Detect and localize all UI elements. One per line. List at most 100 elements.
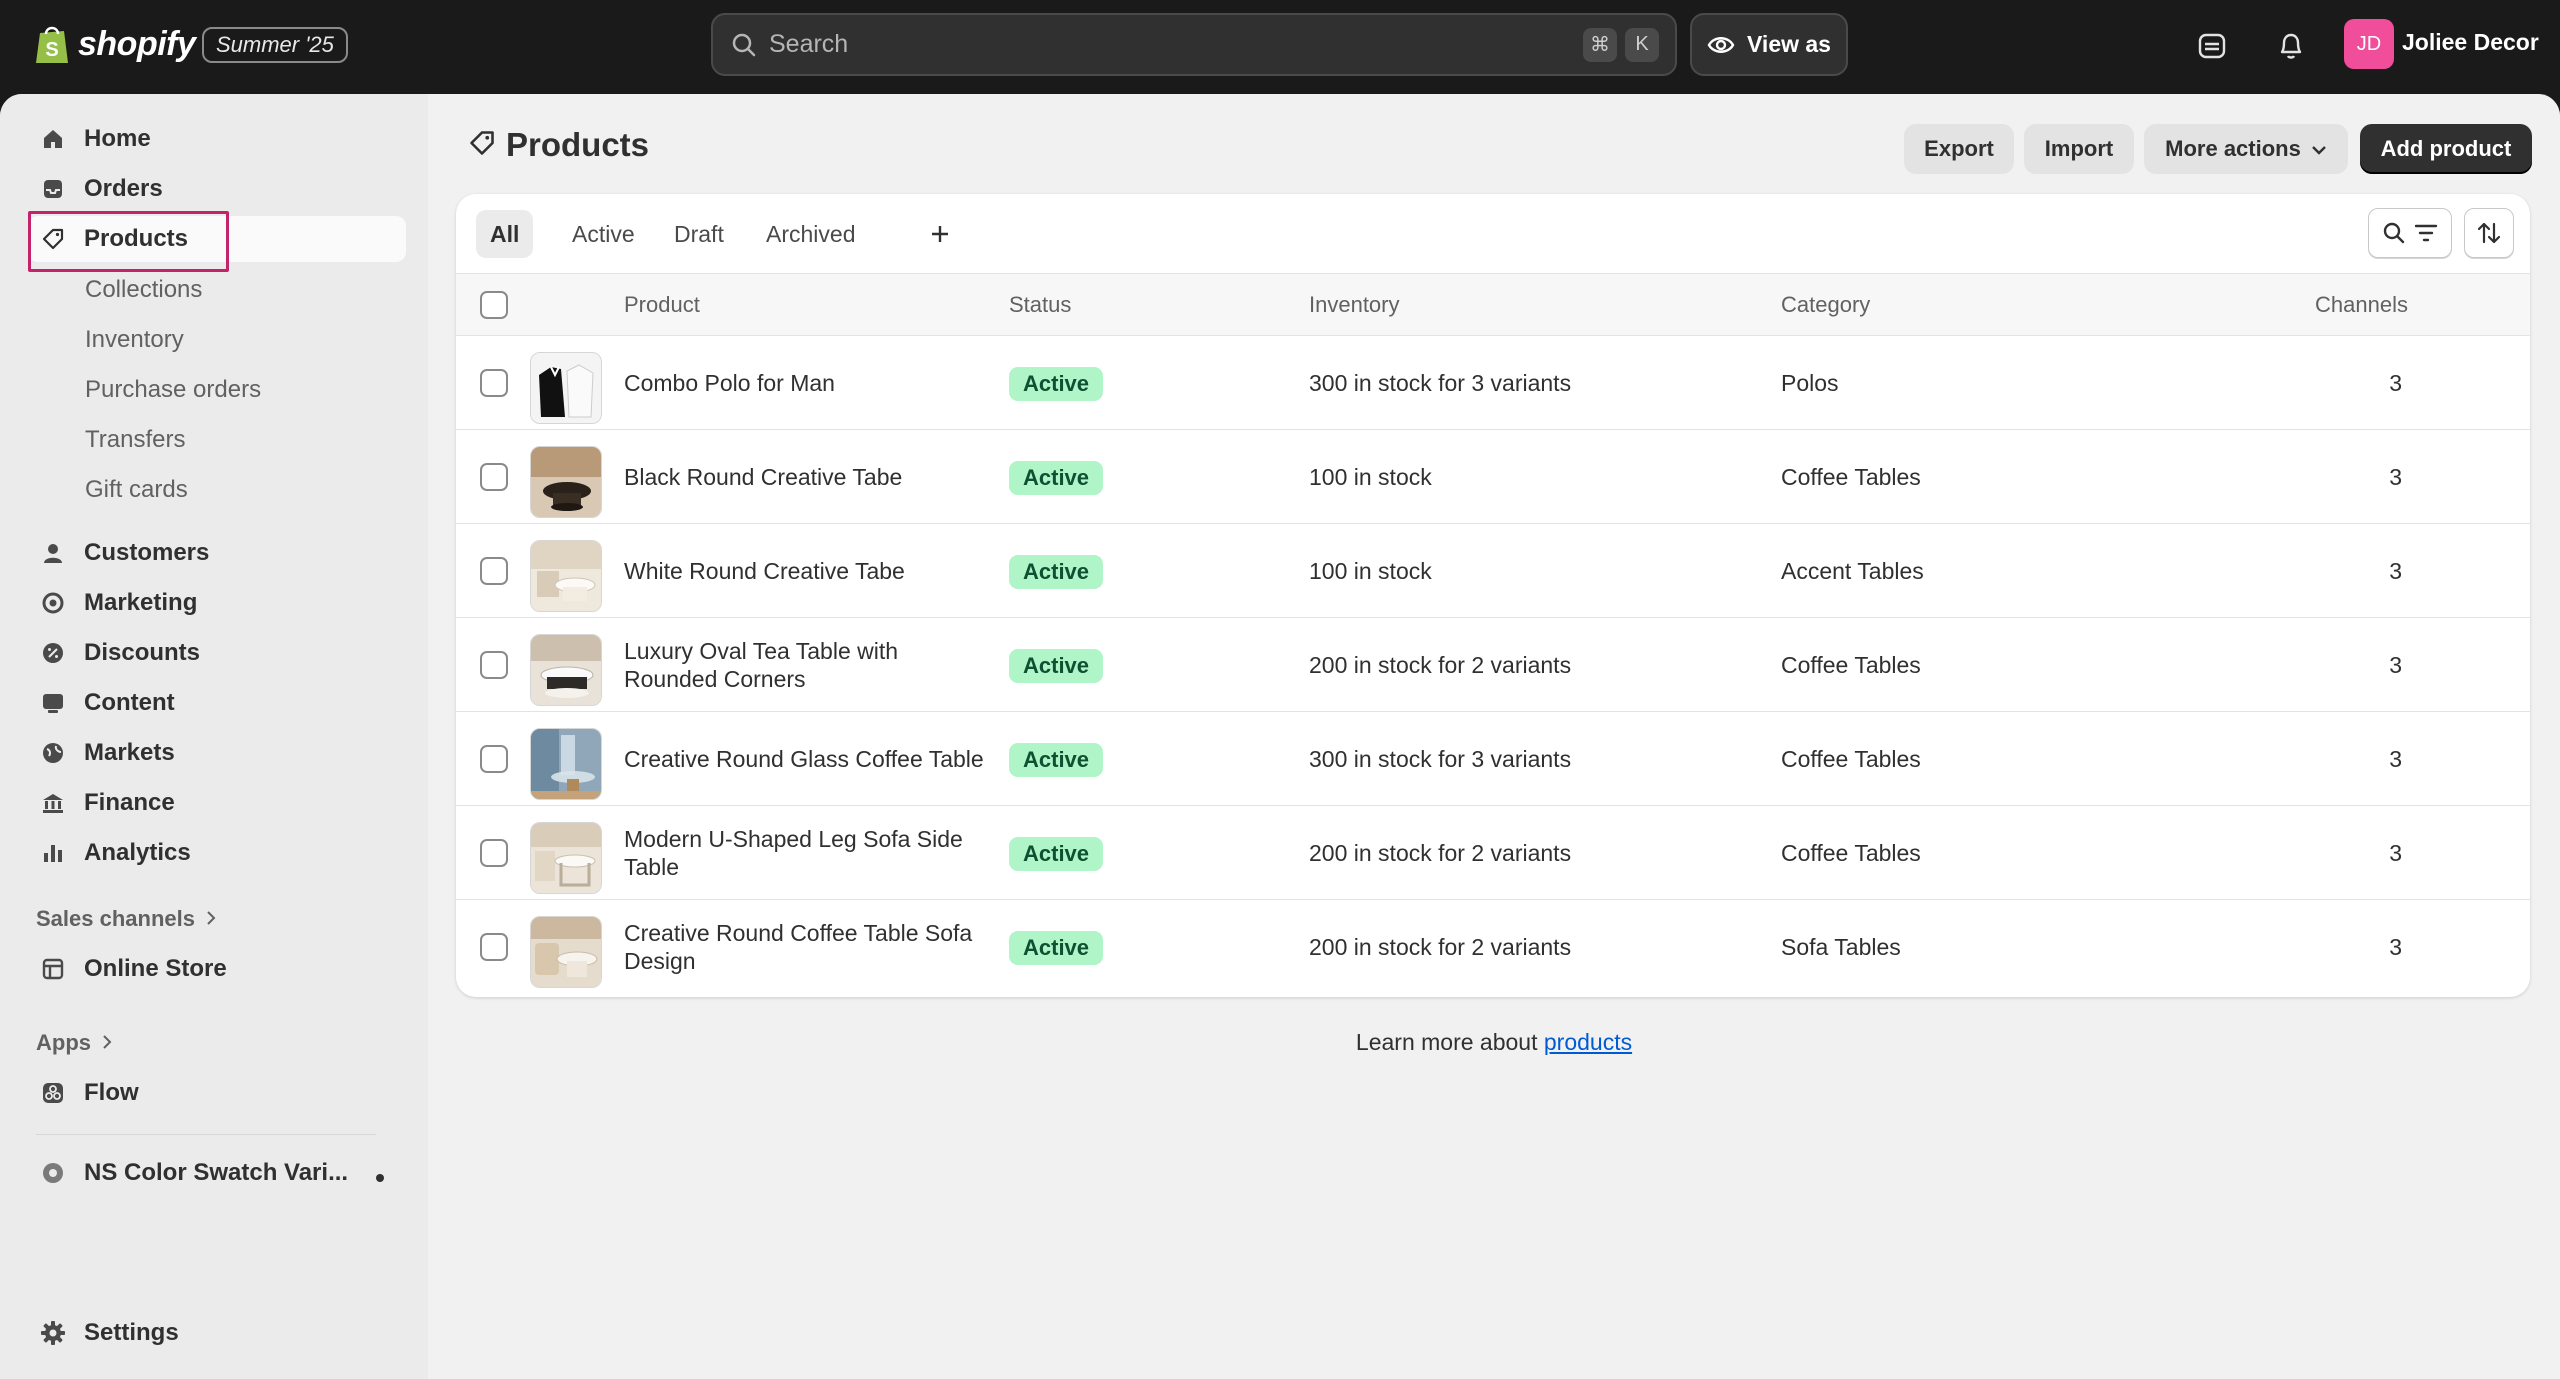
products-card: All Active Draft Archived Product Status… xyxy=(456,194,2530,997)
sales-channels-heading[interactable]: Sales channels xyxy=(36,906,217,932)
view-as-button[interactable]: View as xyxy=(1690,13,1848,76)
column-header-channels[interactable]: Channels xyxy=(2315,292,2408,318)
sales-channels-label: Sales channels xyxy=(36,906,195,931)
column-header-inventory[interactable]: Inventory xyxy=(1309,292,1400,318)
products-help-link[interactable]: products xyxy=(1544,1029,1632,1055)
sidebar-item-ns-color-swatch[interactable]: NS Color Swatch Vari... xyxy=(28,1150,406,1196)
sidebar-item-home[interactable]: Home xyxy=(28,116,406,162)
product-name[interactable]: Luxury Oval Tea Table with Rounded Corne… xyxy=(624,637,984,693)
status-badge: Active xyxy=(1009,743,1104,777)
sidebar-subitem-transfers[interactable]: Transfers xyxy=(85,426,185,454)
export-button[interactable]: Export xyxy=(1904,124,2014,174)
sort-button[interactable] xyxy=(2464,208,2514,258)
row-checkbox[interactable] xyxy=(480,651,508,679)
row-checkbox[interactable] xyxy=(480,839,508,867)
sidebar-item-finance[interactable]: Finance xyxy=(28,780,406,826)
column-header-category[interactable]: Category xyxy=(1781,292,1870,318)
sidebar-item-discounts[interactable]: Discounts xyxy=(28,630,406,676)
top-bar: S shopify Summer '25 Search ⌘ K View as … xyxy=(0,0,2560,94)
edition-badge[interactable]: Summer '25 xyxy=(202,27,348,63)
sidebar-item-markets[interactable]: Markets xyxy=(28,730,406,776)
sidebar-subitem-gift-cards[interactable]: Gift cards xyxy=(85,476,188,504)
page-title: Products xyxy=(506,126,650,163)
store-sync-icon[interactable] xyxy=(2192,26,2232,66)
tab-archived[interactable]: Archived xyxy=(752,210,869,258)
product-thumbnail xyxy=(530,446,602,518)
apps-heading[interactable]: Apps xyxy=(36,1030,113,1056)
bank-icon xyxy=(38,788,68,818)
filter-icon xyxy=(2414,224,2438,242)
row-checkbox[interactable] xyxy=(480,463,508,491)
channels-cell: 3 xyxy=(2389,652,2402,678)
add-product-button[interactable]: Add product xyxy=(2360,124,2532,174)
status-badge: Active xyxy=(1009,931,1104,965)
table-row[interactable]: Creative Round Glass Coffee Table Active… xyxy=(456,712,2530,806)
bell-icon[interactable] xyxy=(2271,26,2311,66)
store-name[interactable]: Joliee Decor xyxy=(2402,29,2539,56)
avatar[interactable]: JD xyxy=(2344,19,2394,69)
learn-more-text: Learn more about xyxy=(1355,1029,1538,1055)
sidebar-item-label: Finance xyxy=(84,789,175,816)
sidebar-subitem-purchase-orders[interactable]: Purchase orders xyxy=(85,376,261,404)
sidebar-item-analytics[interactable]: Analytics xyxy=(28,830,406,876)
sidebar-item-label: Marketing xyxy=(84,589,198,616)
tab-all[interactable]: All xyxy=(476,210,534,258)
shopify-logo[interactable]: S shopify xyxy=(34,22,196,66)
table-row[interactable]: Combo Polo for Man Active 300 in stock f… xyxy=(456,336,2530,430)
sidebar-item-marketing[interactable]: Marketing xyxy=(28,580,406,626)
product-name[interactable]: White Round Creative Tabe xyxy=(624,557,984,585)
table-row[interactable]: Black Round Creative Tabe Active 100 in … xyxy=(456,430,2530,524)
table-row[interactable]: Luxury Oval Tea Table with Rounded Corne… xyxy=(456,618,2530,712)
product-name[interactable]: Combo Polo for Man xyxy=(624,369,984,397)
search-filter-button[interactable] xyxy=(2368,208,2452,258)
product-name[interactable]: Black Round Creative Tabe xyxy=(624,463,984,491)
eye-icon xyxy=(1707,36,1735,53)
column-header-product[interactable]: Product xyxy=(624,292,700,318)
sidebar-item-label: Discounts xyxy=(84,639,201,666)
sidebar-item-label: Settings xyxy=(84,1319,179,1346)
tab-active[interactable]: Active xyxy=(558,210,649,258)
channels-cell: 3 xyxy=(2389,370,2402,396)
svg-text:S: S xyxy=(45,39,58,61)
table-row[interactable]: Modern U-Shaped Leg Sofa Side Table Acti… xyxy=(456,806,2530,900)
sidebar-item-label: Flow xyxy=(84,1079,139,1106)
table-row[interactable]: Creative Round Coffee Table Sofa Design … xyxy=(456,900,2530,994)
shopify-bag-icon: S xyxy=(36,26,68,63)
product-name[interactable]: Modern U-Shaped Leg Sofa Side Table xyxy=(624,825,984,881)
unread-dot xyxy=(376,1174,384,1182)
inbox-icon xyxy=(38,174,68,204)
sidebar-subitem-inventory[interactable]: Inventory xyxy=(85,326,184,354)
app-shell: Home Orders Products Collections Invento… xyxy=(0,94,2560,1379)
sidebar-item-content[interactable]: Content xyxy=(28,680,406,726)
product-name[interactable]: Creative Round Coffee Table Sofa Design xyxy=(624,919,1004,975)
table-row[interactable]: White Round Creative Tabe Active 100 in … xyxy=(456,524,2530,618)
import-button[interactable]: Import xyxy=(2024,124,2134,174)
more-actions-button[interactable]: More actions xyxy=(2144,124,2348,174)
row-checkbox[interactable] xyxy=(480,745,508,773)
plus-icon xyxy=(932,226,948,242)
search-input[interactable]: Search xyxy=(769,30,1583,59)
sidebar-item-flow[interactable]: Flow xyxy=(28,1070,406,1116)
channels-cell: 3 xyxy=(2389,558,2402,584)
row-checkbox[interactable] xyxy=(480,369,508,397)
category-cell: Coffee Tables xyxy=(1781,464,1921,490)
select-all-checkbox[interactable] xyxy=(480,291,508,319)
learn-more-footer: Learn more about products xyxy=(428,1029,2560,1056)
gear-icon xyxy=(38,1318,68,1348)
add-view-button[interactable] xyxy=(918,212,962,256)
product-thumbnail xyxy=(530,540,602,612)
row-checkbox[interactable] xyxy=(480,933,508,961)
sidebar-item-customers[interactable]: Customers xyxy=(28,530,406,576)
sidebar-item-orders[interactable]: Orders xyxy=(28,166,406,212)
row-checkbox[interactable] xyxy=(480,557,508,585)
target-icon xyxy=(38,588,68,618)
column-header-status[interactable]: Status xyxy=(1009,292,1071,318)
content-icon xyxy=(38,688,68,718)
tab-draft[interactable]: Draft xyxy=(660,210,738,258)
product-name[interactable]: Creative Round Glass Coffee Table xyxy=(624,745,1004,773)
logo-text: shopify xyxy=(78,24,196,63)
sidebar-item-settings[interactable]: Settings xyxy=(28,1310,406,1356)
search-bar[interactable]: Search ⌘ K xyxy=(711,13,1677,76)
sidebar-item-online-store[interactable]: Online Store xyxy=(28,946,406,992)
sidebar-subitem-collections[interactable]: Collections xyxy=(85,276,202,304)
